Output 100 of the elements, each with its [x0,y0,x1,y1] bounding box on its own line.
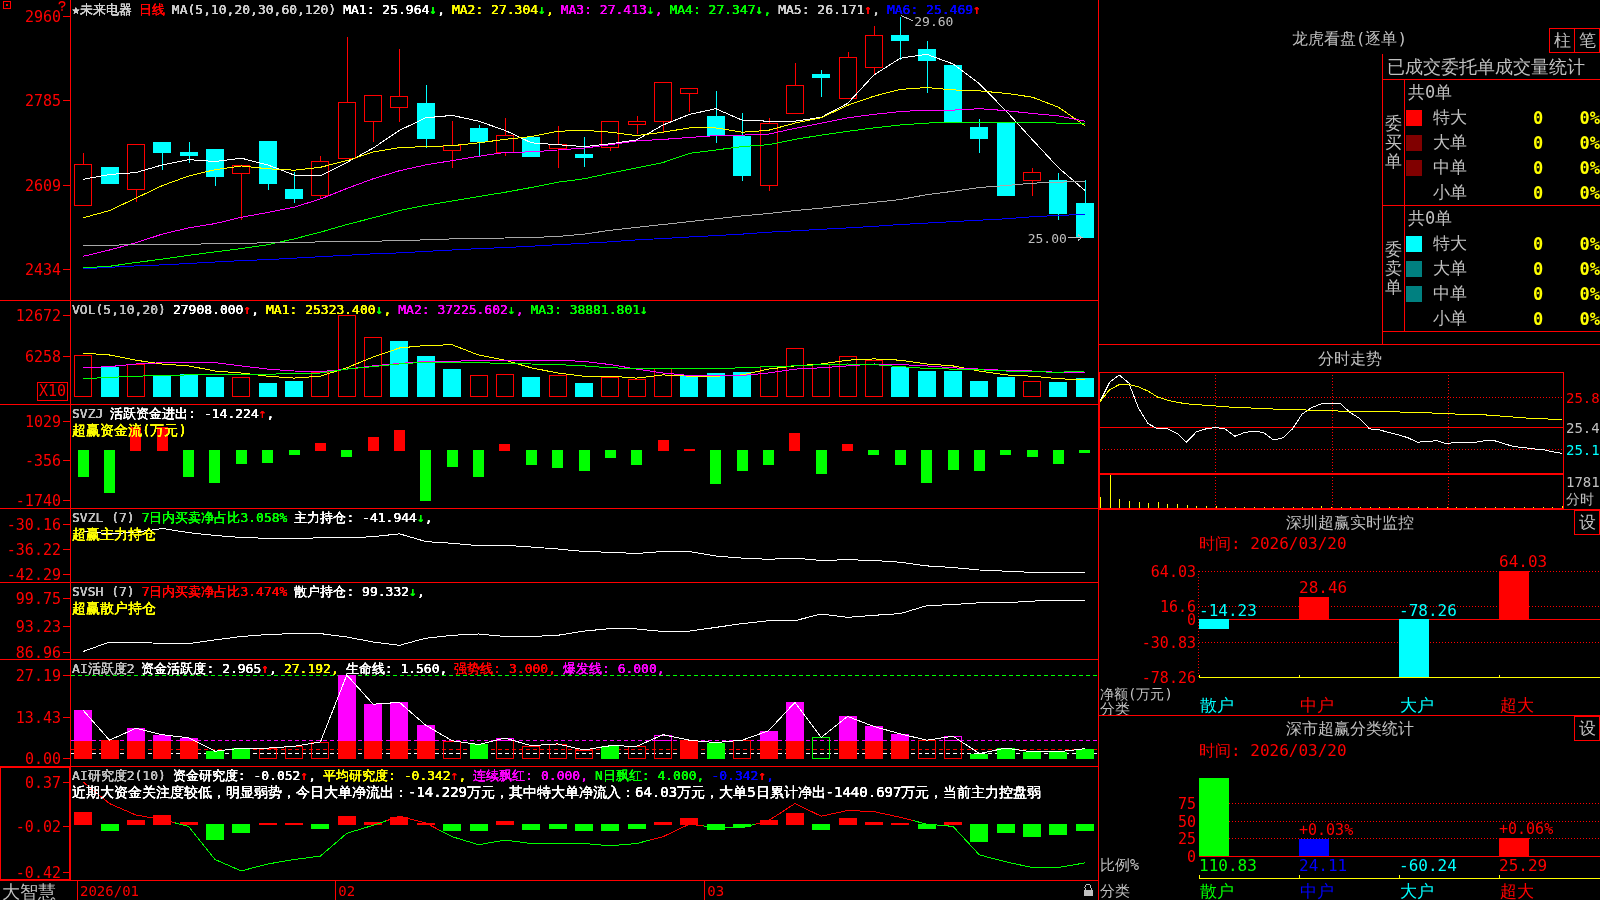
candlestick [285,171,303,203]
panel-title: 深圳超赢实时监控 [1285,512,1414,533]
order-size-label: 小单 [1433,307,1467,330]
view-toggle-button[interactable]: 柱 [1549,28,1575,53]
flow-bar [394,430,405,451]
flow-bar [1027,450,1038,457]
legend-text: 散户持仓: 99.332↓, [294,584,425,599]
chart-bar [1299,839,1329,856]
y-axis-label: -36.22 [6,540,61,559]
research-bar [680,818,698,825]
y-axis-label: 25.8 [1566,389,1600,406]
research-bar [918,824,936,829]
flow-bar [974,450,985,471]
legend-text: 资金活跃度: 2.965↑, [141,661,277,676]
research-bar [549,824,567,829]
legend-text: 活跃资金进出: -14.224↑, [110,406,275,421]
candlestick [733,112,751,181]
legend-text: 生命线: 1.560, [345,661,448,676]
legend-text: 爆发线: 6.000, [563,661,665,676]
y-axis-label: 2434 [24,260,61,279]
category-label: 散户 [1200,695,1234,715]
research-bar [575,824,593,831]
flow-bar [605,450,616,458]
order-count: 0 [1532,132,1544,153]
order-percent: 0% [1579,182,1600,203]
candlestick [496,117,514,156]
y-axis-label: 12672 [15,306,61,325]
research-bar [601,824,619,831]
bar-value-label: -78.26 [1399,600,1457,620]
order-count: 0 [1532,283,1544,304]
research-bar [865,822,883,825]
group-label: 委卖单 [1385,240,1402,297]
candlestick [470,124,488,157]
candlestick [1049,172,1067,220]
research-bar [707,824,725,830]
bar-value-label: 24.11 [1299,856,1348,875]
candlestick [417,84,435,148]
y-axis-label: -30.83 [1141,633,1196,652]
research-bar [206,824,224,840]
candlestick [654,82,672,132]
total-count: 共0单 [1407,207,1453,230]
flow-bar [209,450,220,483]
order-size-label: 小单 [1433,181,1467,204]
y-axis-label: -0.02 [15,817,61,836]
settings-button[interactable]: 设 [1574,716,1600,741]
total-count: 共0单 [1407,81,1453,104]
low-price-label: 25.00 [1027,230,1067,246]
y-axis-label: 86.96 [15,643,61,659]
order-count: 0 [1532,233,1544,254]
group-label: 委买单 [1385,114,1402,171]
flow-bar [236,450,247,464]
flow-bar [420,450,431,501]
legend-text: MA1: 25.964↓, [343,2,445,17]
flow-bar [526,450,537,465]
y-axis-label: 25.4 [1566,419,1600,436]
research-bar [232,824,250,833]
candlestick [259,141,277,190]
view-toggle-button[interactable]: 笔 [1574,28,1600,53]
table-title: 已成交委托单成交量统计 [1383,54,1600,80]
category-label: 大户 [1400,695,1434,715]
order-size-label: 大单 [1433,131,1467,154]
category-label: 中户 [1300,881,1334,900]
order-percent: 0% [1579,258,1600,279]
legend-text: 资金研究度: -0.052↑, [172,768,317,783]
order-count: 0 [1532,107,1544,128]
legend-text: ★未来电器 [72,2,132,17]
candlestick [812,69,830,97]
research-bar [628,824,646,829]
y-axis-label: 27.19 [15,666,61,685]
settings-button[interactable]: 设 [1574,510,1600,535]
help-icon[interactable] [58,1,66,11]
order-size-label: 中单 [1433,282,1467,305]
square-icon[interactable] [3,1,11,9]
legend-text: 近期大资金关注度较低，明显弱势，今日大单净流出：-14.229万元，其中特大单净流入：64.03万元，大单5日累计净出-1440.697万元，当前主力控盘弱 [72,783,1042,801]
y-axis-label: 25.1 [1566,441,1600,458]
legend-text: N日飘红: 4.000, [595,768,705,783]
brand-label: 大智慧 [2,881,56,900]
y-axis-label: 13.43 [15,708,61,727]
legend-text: MA3: 38881.801↓ [530,302,648,317]
y-axis-label: 99.75 [15,589,61,608]
research-bar [1023,824,1041,837]
legend-text: -0.342↑, [711,768,775,783]
legend-text: MA(5,10,20,30,60,120) [171,2,337,17]
flow-bar [842,444,853,451]
candlestick [153,142,171,170]
research-bar [812,824,830,830]
chart-bar [1399,619,1429,677]
flow-bar [737,450,748,471]
research-bar [1076,824,1094,831]
candlestick [680,88,698,112]
order-percent: 0% [1579,132,1600,153]
candlestick [839,51,857,99]
y-axis-label: -0.42 [15,863,61,882]
flow-bar [579,450,590,471]
candlestick [549,125,567,168]
flow-bar [789,433,800,451]
candlestick [443,120,461,168]
flow-bar [1053,450,1064,464]
y-axis-label: 93.23 [15,617,61,636]
flow-bar [499,444,510,451]
